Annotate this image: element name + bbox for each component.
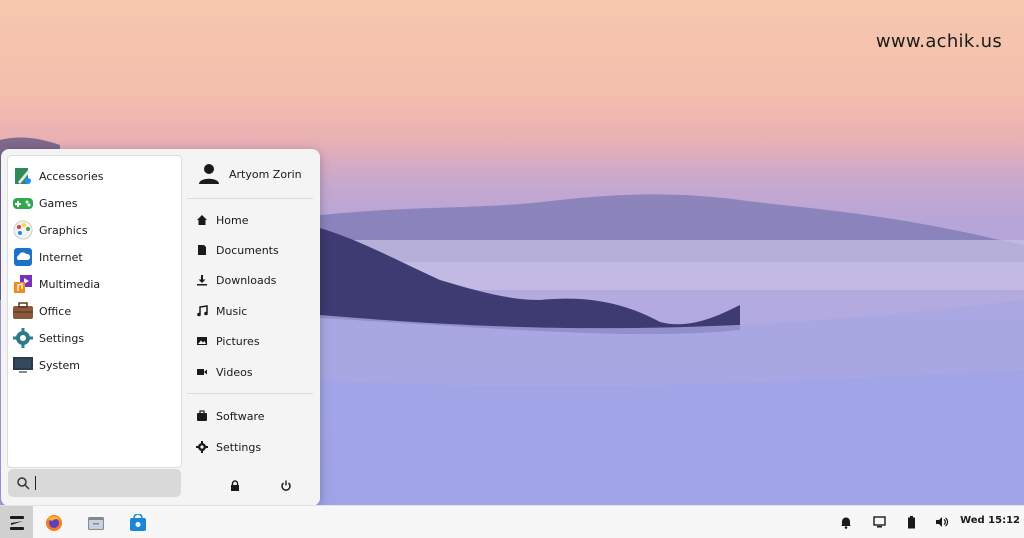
place-home[interactable]: Home [195,209,313,231]
search-icon [17,477,30,490]
document-icon [195,243,209,257]
user-avatar-icon [199,164,219,184]
place-music[interactable]: Music [195,300,313,322]
place-label: Home [216,213,249,227]
system-label: Settings [216,440,262,454]
picture-icon [195,334,209,348]
place-label: Music [216,304,248,318]
search-input[interactable] [38,473,176,493]
internet-icon [12,246,34,268]
category-office[interactable]: Office [12,298,178,324]
volume-indicator[interactable] [934,514,950,530]
category-label: Internet [39,250,83,264]
start-menu: Accessories Games Graphics Internet Mult… [1,149,320,506]
software-store-launcher[interactable] [124,509,152,537]
system-software[interactable]: Software [195,405,313,427]
user-name: Artyom Zorin [229,167,302,181]
lock-button[interactable] [224,475,246,497]
user-account[interactable]: Artyom Zorin [197,161,302,187]
category-accessories[interactable]: Accessories [12,163,178,189]
games-icon [12,192,34,214]
music-icon [195,304,209,318]
place-label: Videos [216,365,253,379]
place-label: Downloads [216,273,277,287]
category-internet[interactable]: Internet [12,244,178,270]
system-settings[interactable]: Settings [195,436,313,458]
search-box[interactable] [8,469,181,497]
system-icon [12,354,34,376]
gear-icon [195,440,209,454]
software-icon [195,409,209,423]
place-videos[interactable]: Videos [195,361,313,383]
category-label: System [39,358,81,372]
divider [187,198,313,199]
taskbar: Wed 15:12 [0,505,1024,538]
category-list: Accessories Games Graphics Internet Mult… [7,155,182,468]
firefox-icon [46,515,62,531]
category-label: Multimedia [39,277,101,291]
office-icon [12,300,34,322]
battery-indicator[interactable] [903,514,919,530]
category-multimedia[interactable]: Multimedia [12,271,178,297]
zorin-menu-icon [9,515,24,530]
accessories-icon [12,165,34,187]
category-settings[interactable]: Settings [12,325,178,351]
download-icon [195,273,209,287]
category-games[interactable]: Games [12,190,178,216]
display-icon [872,516,886,528]
power-button[interactable] [275,475,297,497]
watermark-text: www.achik.us [875,31,1002,52]
files-launcher[interactable] [82,509,110,537]
place-label: Documents [216,243,279,257]
bell-icon [841,517,851,529]
category-label: Settings [39,331,85,345]
category-label: Games [39,196,78,210]
category-label: Accessories [39,169,104,183]
home-icon [195,213,209,227]
notifications-indicator[interactable] [838,514,854,530]
text-cursor [35,476,36,490]
place-downloads[interactable]: Downloads [195,269,313,291]
power-icon [281,480,291,491]
place-documents[interactable]: Documents [195,239,313,261]
lock-icon [231,480,239,491]
volume-icon [936,517,949,527]
graphics-icon [12,219,34,241]
firefox-launcher[interactable] [40,509,68,537]
settings-icon [12,327,34,349]
category-graphics[interactable]: Graphics [12,217,178,243]
battery-icon [907,515,915,528]
category-label: Office [39,304,72,318]
display-indicator[interactable] [871,514,887,530]
divider [187,393,313,394]
start-menu-button[interactable] [0,506,33,538]
place-label: Pictures [216,334,260,348]
category-label: Graphics [39,223,88,237]
system-label: Software [216,409,265,423]
files-icon [88,517,104,530]
software-store-icon [130,514,146,531]
clock[interactable]: Wed 15:12 [960,515,1020,526]
place-pictures[interactable]: Pictures [195,330,313,352]
category-system[interactable]: System [12,352,178,378]
multimedia-icon [12,273,34,295]
video-icon [195,365,209,379]
